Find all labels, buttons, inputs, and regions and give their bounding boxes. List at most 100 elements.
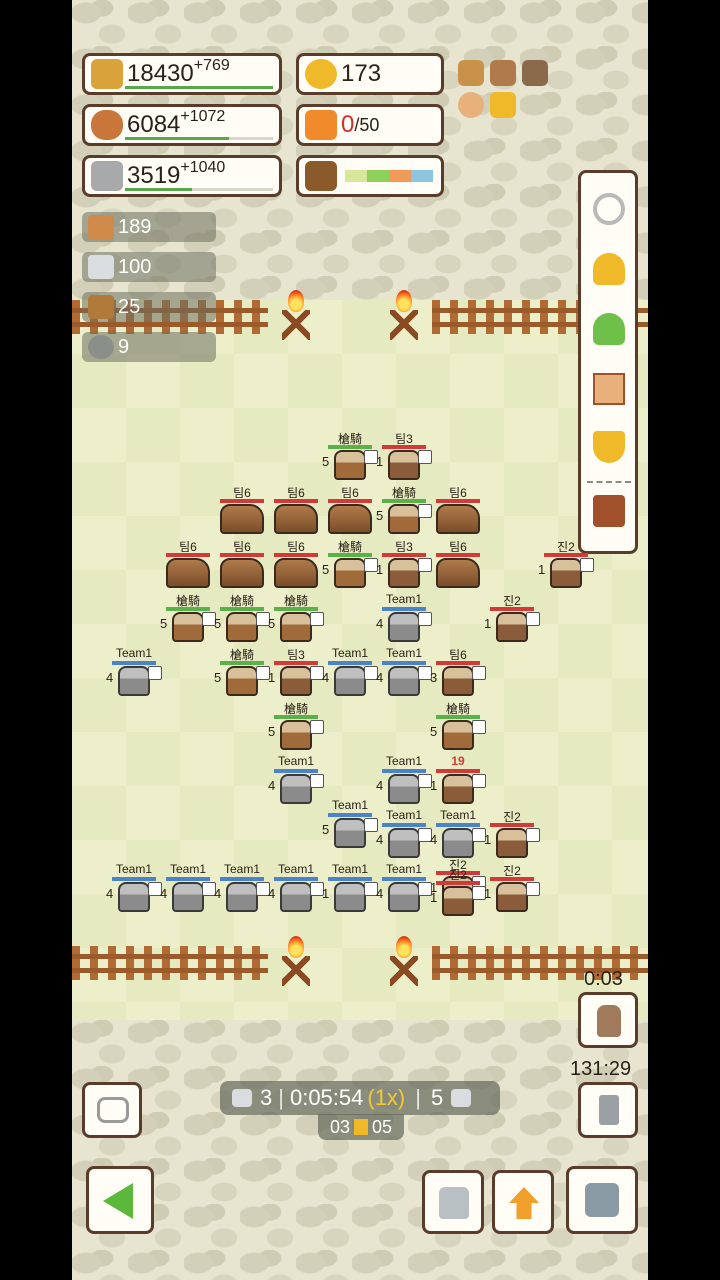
torch-icon <box>278 936 314 988</box>
unit[interactable]: 槍騎 5 <box>322 538 378 590</box>
unit[interactable]: 槍騎 5 <box>160 592 216 644</box>
unit[interactable]: 팀6 <box>436 484 480 536</box>
unit[interactable]: Team1 4 <box>268 754 324 806</box>
unit-label: Team1 <box>439 808 477 822</box>
unit[interactable]: 팀6 <box>328 484 372 536</box>
ore-icon <box>88 335 114 359</box>
rank-up-button[interactable] <box>492 1170 554 1234</box>
unit-label: Team1 <box>385 646 423 660</box>
unit-level: 3 <box>430 670 438 685</box>
unit[interactable]: 팀6 <box>166 538 210 590</box>
trophy-icon[interactable] <box>593 431 625 463</box>
unit[interactable]: Team1 1 <box>322 862 378 914</box>
unit-label: Team1 <box>115 646 153 660</box>
torch-icon <box>386 290 422 342</box>
ore-count: 9 <box>118 335 130 358</box>
unit[interactable]: Team1 4 <box>376 754 432 806</box>
battle-clock: 131:29 <box>570 1058 632 1080</box>
unit[interactable]: 진2 1 <box>484 862 540 914</box>
unit[interactable]: 槍騎 5 <box>214 592 270 644</box>
unit-level: 4 <box>376 832 384 847</box>
unit[interactable]: Team1 4 <box>376 646 432 698</box>
sub-right-count: 05 <box>372 1116 393 1137</box>
material-book: 189 <box>82 212 216 242</box>
unit[interactable]: 팀6 <box>220 538 264 590</box>
armor-button[interactable] <box>422 1170 484 1234</box>
chat-button[interactable] <box>82 1082 142 1138</box>
metal-block-icon <box>88 255 114 279</box>
unit[interactable]: 팀6 <box>436 538 480 590</box>
plank-count: 25 <box>118 295 141 318</box>
unit-level: 1 <box>538 562 546 577</box>
stone-resource[interactable]: 3519 +1040 <box>82 155 282 197</box>
unit-level: 4 <box>268 886 276 901</box>
unit-level: 4 <box>376 886 384 901</box>
unit-level: 4 <box>268 778 276 793</box>
exit-door-button[interactable] <box>578 1082 638 1138</box>
scroll-icon[interactable] <box>593 373 625 405</box>
unit-label: Team1 <box>331 798 369 812</box>
unit[interactable]: 진2 1 <box>484 808 540 860</box>
unit[interactable]: 槍騎 5 <box>322 430 378 482</box>
back-button[interactable] <box>86 1166 154 1234</box>
villager-icons[interactable] <box>458 56 550 120</box>
unit-level: 5 <box>160 616 168 631</box>
unit[interactable]: Team1 5 <box>322 798 378 850</box>
unit[interactable]: Team1 4 <box>376 862 432 914</box>
unit-label: Team1 <box>385 862 423 876</box>
unit[interactable]: 진2 1 <box>484 592 540 644</box>
unit-level: 5 <box>214 616 222 631</box>
side-divider <box>587 481 631 483</box>
shop-icon[interactable] <box>593 495 625 527</box>
unit[interactable]: Team1 4 <box>430 808 486 860</box>
stone-icon <box>91 161 123 191</box>
team-right-count: 5 <box>430 1085 444 1110</box>
tree-icon[interactable] <box>593 313 625 345</box>
unit[interactable]: Team1 4 <box>268 862 324 914</box>
unit[interactable]: 19 1 <box>430 754 486 806</box>
unit[interactable]: 진2 1 <box>538 538 594 590</box>
summon-unit-button[interactable] <box>578 992 638 1048</box>
wheat-income: +769 <box>193 57 230 74</box>
gold-resource[interactable]: 173 <box>296 53 444 95</box>
unit-level: 5 <box>268 616 276 631</box>
unit[interactable]: 槍騎 5 <box>268 592 324 644</box>
unit-level: 4 <box>160 886 168 901</box>
wheat-resource[interactable]: 18430 +769 <box>82 53 282 95</box>
unit[interactable]: 진2 1 <box>430 866 486 918</box>
unit[interactable]: 팀3 1 <box>268 646 324 698</box>
unit[interactable]: Team1 4 <box>376 592 432 644</box>
bread-resource[interactable]: 6084 +1072 <box>82 104 282 146</box>
unit[interactable]: 팀6 <box>220 484 264 536</box>
unit[interactable]: 槍騎 5 <box>430 700 486 752</box>
unit[interactable]: 팀6 <box>274 484 318 536</box>
unit[interactable]: Team1 4 <box>106 646 162 698</box>
stone-income: +1040 <box>180 159 226 176</box>
unit[interactable]: 팀3 1 <box>376 538 432 590</box>
stone-block-button[interactable] <box>566 1166 638 1234</box>
unit[interactable]: Team1 4 <box>322 646 378 698</box>
bell-icon[interactable] <box>593 253 625 285</box>
unit-level: 4 <box>376 670 384 685</box>
unit[interactable]: Team1 4 <box>106 862 162 914</box>
unit[interactable]: 槍騎 5 <box>268 700 324 752</box>
settings-gear-icon[interactable] <box>593 193 625 225</box>
gift-resource[interactable]: 0 /50 <box>296 104 444 146</box>
unit-level: 1 <box>484 886 492 901</box>
soldier-icon <box>597 1005 621 1037</box>
season-bar <box>345 170 433 182</box>
spear-icon <box>310 612 324 626</box>
unit[interactable]: Team1 4 <box>160 862 216 914</box>
unit[interactable]: 槍騎 5 <box>376 484 432 536</box>
unit[interactable]: Team1 4 <box>214 862 270 914</box>
battle-speed: (1x) <box>367 1085 406 1110</box>
unit[interactable]: 팀6 3 <box>430 646 486 698</box>
unit[interactable]: 팀3 1 <box>376 430 432 482</box>
gift-value: 0 <box>341 111 355 138</box>
unit[interactable]: 槍騎 5 <box>214 646 270 698</box>
unit[interactable]: 팀6 <box>274 538 318 590</box>
team-left-count: 3 <box>260 1085 273 1110</box>
unit[interactable]: Team1 4 <box>376 808 432 860</box>
plant-resource[interactable] <box>296 155 444 197</box>
stone-ground-bottom <box>72 1020 648 1280</box>
